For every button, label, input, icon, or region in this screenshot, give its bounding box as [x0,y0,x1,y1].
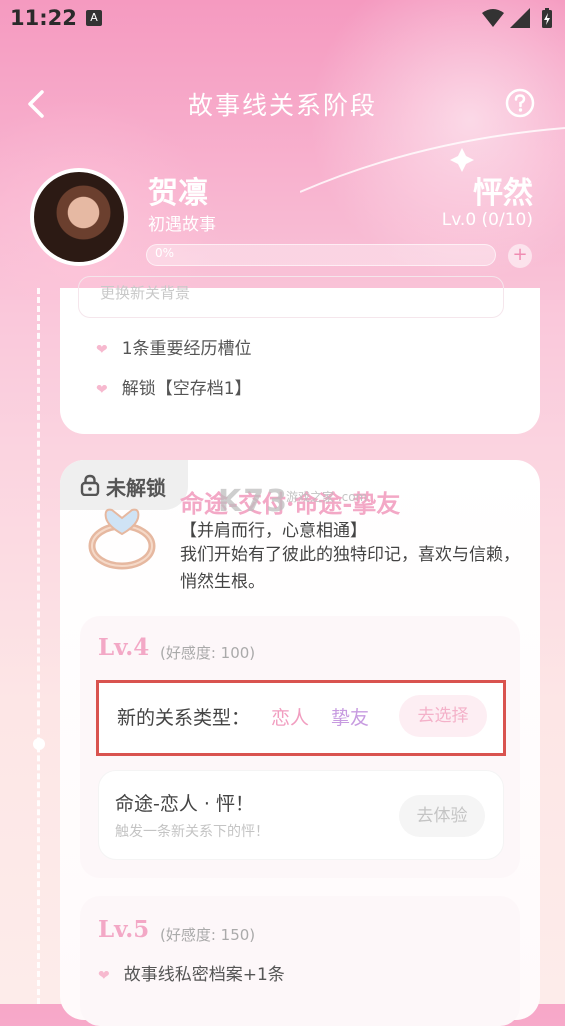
list-item: ❤ 解锁【空存档1】 [96,374,252,399]
locked-badge: 未解锁 [60,460,188,510]
page-title: 故事线关系阶段 [187,91,377,120]
progress-text: 0% [155,246,175,260]
list-item: ❤ 故事线私密档案+1条 [98,960,285,985]
level-4-label: Lv.4 [98,634,150,661]
add-affection-button[interactable]: + [508,244,532,268]
relation-name: 怦然 [473,176,533,211]
lock-icon [80,474,100,496]
level-5-affection: (好感度: 150) [160,926,256,944]
experience-button[interactable]: 去体验 [399,795,485,837]
affection-progress-bar: 0% [146,244,496,266]
timeline-line [37,288,40,1004]
option-friend[interactable]: 挚友 [331,703,369,730]
watermark-logo: K73 [218,484,289,519]
app-notification-icon: A [86,10,102,26]
status-time: 11:22 [10,6,77,30]
level-5-label: Lv.5 [98,916,150,943]
stage-description: 我们开始有了彼此的独特印记，喜欢与信赖，悄然生根。 [180,545,520,592]
choose-button[interactable]: 去选择 [399,695,487,737]
help-icon[interactable] [505,88,535,118]
relation-level: Lv.0 (0/10) [441,210,533,230]
experience-subtitle: 触发一条新关系下的怦！ [115,824,269,840]
relationship-type-label: 新的关系类型： [117,707,251,729]
character-name: 贺凛 [148,176,208,211]
signal-icon [510,8,530,28]
experience-item: 命途-恋人 · 怦！ 触发一条新关系下的怦！ 去体验 [98,770,504,860]
locked-label: 未解锁 [106,476,166,500]
list-item: ❤ 1条重要经历槽位 [96,334,252,359]
level-5-box: Lv.5 (好感度: 150) ❤ 故事线私密档案+1条 [80,896,520,1026]
avatar[interactable] [30,168,128,266]
list-item-text: 解锁【空存档1】 [121,379,252,399]
status-bar: 11:22 A [0,0,565,38]
watermark-text: 游戏之家 .com [286,490,368,504]
heart-icon: ❤ [96,342,108,358]
option-lover[interactable]: 恋人 [271,703,309,730]
previous-stage-card: 更换新关背景 ❤ 1条重要经历槽位 ❤ 解锁【空存档1】 [60,276,540,434]
ring-icon [88,508,156,570]
stage-motto: 【并肩而行，心意相通】 [180,521,367,541]
battery-icon [542,8,552,28]
timeline-dot [33,738,45,750]
experience-title: 命途-恋人 · 怦！ [115,793,254,815]
level-4-affection: (好感度: 100) [160,644,256,662]
relationship-type-selector: 新的关系类型： 恋人 挚友 去选择 [96,680,506,756]
list-item-text: 故事线私密档案+1条 [123,965,285,985]
heart-icon: ❤ [98,968,110,984]
previous-item-hint: 更换新关背景 [100,284,191,302]
list-item-text: 1条重要经历槽位 [121,339,252,359]
wifi-icon [482,9,504,27]
character-subtitle: 初遇故事 [148,215,216,235]
heart-icon: ❤ [96,382,108,398]
